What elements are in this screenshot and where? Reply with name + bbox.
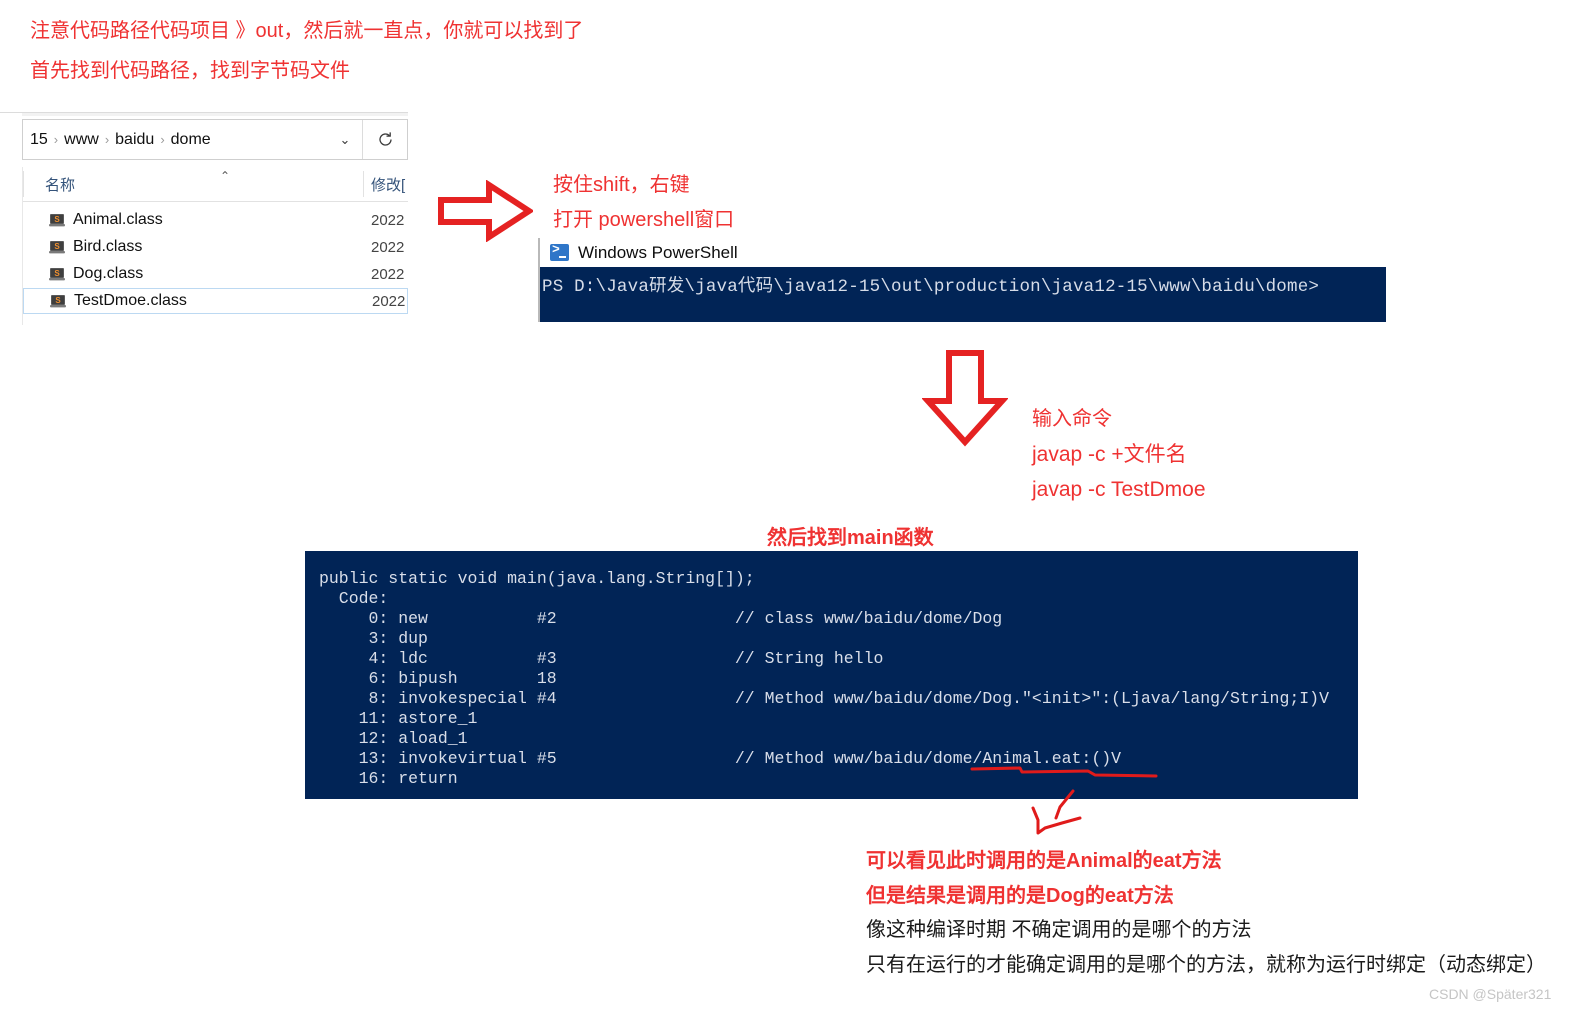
bytecode-text: public static void main(java.lang.String… [319,569,1329,788]
chevron-down-icon[interactable]: ⌄ [328,132,362,148]
table-row-selected[interactable]: S TestDmoe.class 2022 [23,288,408,314]
powershell-console-body[interactable]: PS D:\Java研发\java代码\java12-15\out\produc… [538,267,1386,322]
powershell-prompt-line: PS D:\Java研发\java代码\java12-15\out\produc… [542,277,1320,297]
bytecode-output-console[interactable]: public static void main(java.lang.String… [305,551,1358,799]
table-row[interactable]: S Dog.class 2022 [23,261,408,287]
file-date: 2022 [371,238,405,256]
arrow-right-icon [438,180,533,242]
breadcrumb-item-0[interactable]: 15 [25,131,53,149]
breadcrumb-item-2[interactable]: baidu [110,131,159,149]
annotation-shift-line-1: 按住shift，右键 [553,174,690,196]
svg-text:S: S [55,296,61,305]
annotation-shift-line-2: 打开 powershell窗口 [553,209,735,231]
powershell-icon [550,242,569,261]
annotation-conclusion-black-2: 只有在运行的才能确定调用的是哪个的方法，就称为运行时绑定（动态绑定） [866,954,1546,976]
table-row[interactable]: S Bird.class 2022 [23,234,408,260]
breadcrumb[interactable]: 15 › www › baidu › dome [23,131,328,149]
svg-text:S: S [54,242,60,251]
file-explorer-window: 15 › www › baidu › dome ⌄ 名称 ⌃ 修改[ S Ani… [0,112,408,325]
breadcrumb-item-3[interactable]: dome [166,131,216,149]
svg-text:S: S [54,269,60,278]
powershell-window: Windows PowerShell PS D:\Java研发\java代码\j… [538,238,1386,322]
column-header-row: 名称 ⌃ 修改[ [23,167,408,202]
column-divider-left [23,171,24,197]
java-class-icon: S [49,239,65,255]
powershell-title-bar[interactable]: Windows PowerShell [538,238,1386,267]
breadcrumb-item-1[interactable]: www [59,131,104,149]
file-name: TestDmoe.class [74,292,187,309]
annotation-top-line-1: 注意代码路径代码项目 》out，然后就一直点，你就可以找到了 [30,20,584,42]
address-bar[interactable]: 15 › www › baidu › dome ⌄ [22,119,408,160]
csdn-watermark: CSDN @Später321 [1429,986,1552,1002]
window-top-edge [22,113,408,116]
annotation-command-line-2: javap -c +文件名 [1032,443,1187,466]
column-header-name[interactable]: 名称 [45,174,75,195]
annotation-top-line-2: 首先找到代码路径，找到字节码文件 [30,60,350,82]
java-class-icon: S [49,212,65,228]
table-row[interactable]: S Animal.class 2022 [23,207,408,233]
file-name: Bird.class [73,238,143,255]
svg-text:S: S [54,215,60,224]
annotation-conclusion-black-1: 像这种编译时期 不确定调用的是哪个的方法 [866,919,1252,941]
powershell-title-text: Windows PowerShell [578,242,738,262]
file-name: Animal.class [73,211,163,228]
file-name: Dog.class [73,265,144,282]
java-class-icon: S [49,266,65,282]
refresh-button[interactable] [362,120,407,159]
annotation-conclusion-red-1: 可以看见此时调用的是Animal的eat方法 [866,850,1222,872]
file-date: 2022 [371,265,405,283]
annotation-conclusion-red-2: 但是结果是调用的是Dog的eat方法 [866,885,1174,907]
annotation-command-line-1: 输入命令 [1032,408,1112,430]
java-class-icon: S [50,293,66,309]
column-divider-middle [363,171,364,197]
arrow-down-icon [922,350,1008,447]
file-date: 2022 [372,292,406,310]
sort-ascending-icon: ⌃ [220,169,231,183]
file-date: 2022 [371,211,405,229]
refresh-icon [378,132,392,146]
annotation-command-line-3: javap -c TestDmoe [1032,478,1206,501]
column-header-date[interactable]: 修改[ [371,174,405,195]
